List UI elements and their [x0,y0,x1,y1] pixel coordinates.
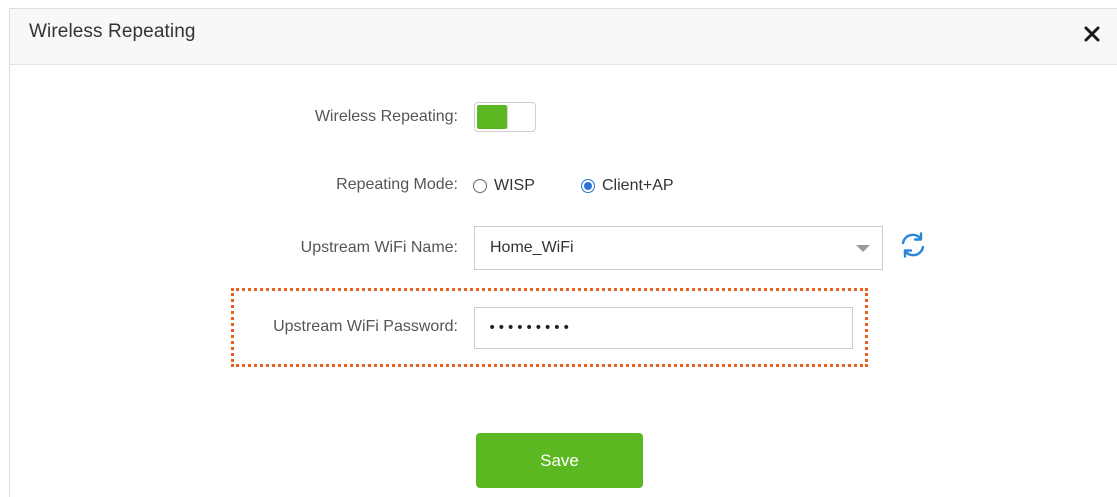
radio-option-client-ap[interactable]: Client+AP [581,175,674,197]
radio-client-ap-label: Client+AP [602,177,674,194]
selected-wifi-name: Home_WiFi [490,239,574,256]
close-icon[interactable] [1081,23,1103,45]
upstream-wifi-name-select[interactable]: Home_WiFi [474,226,883,270]
upstream-wifi-name-label: Upstream WiFi Name: [300,239,458,256]
radio-client-ap[interactable] [581,179,595,193]
radio-option-wisp[interactable]: WISP [473,175,535,197]
radio-wisp[interactable] [473,179,487,193]
save-button[interactable]: Save [476,433,643,488]
wireless-repeating-toggle[interactable] [474,102,536,132]
toggle-on-indicator [477,105,507,129]
upstream-wifi-password-label: Upstream WiFi Password: [273,318,458,335]
chevron-down-icon [856,245,870,252]
repeating-mode-label: Repeating Mode: [336,176,458,193]
toggle-knob [507,104,534,130]
upstream-wifi-password-field[interactable] [474,307,853,349]
dialog-header: Wireless Repeating [10,9,1117,65]
dialog-title: Wireless Repeating [29,21,196,42]
refresh-icon[interactable] [898,230,928,260]
wireless-repeating-label: Wireless Repeating: [314,108,458,125]
radio-wisp-label: WISP [494,177,535,194]
